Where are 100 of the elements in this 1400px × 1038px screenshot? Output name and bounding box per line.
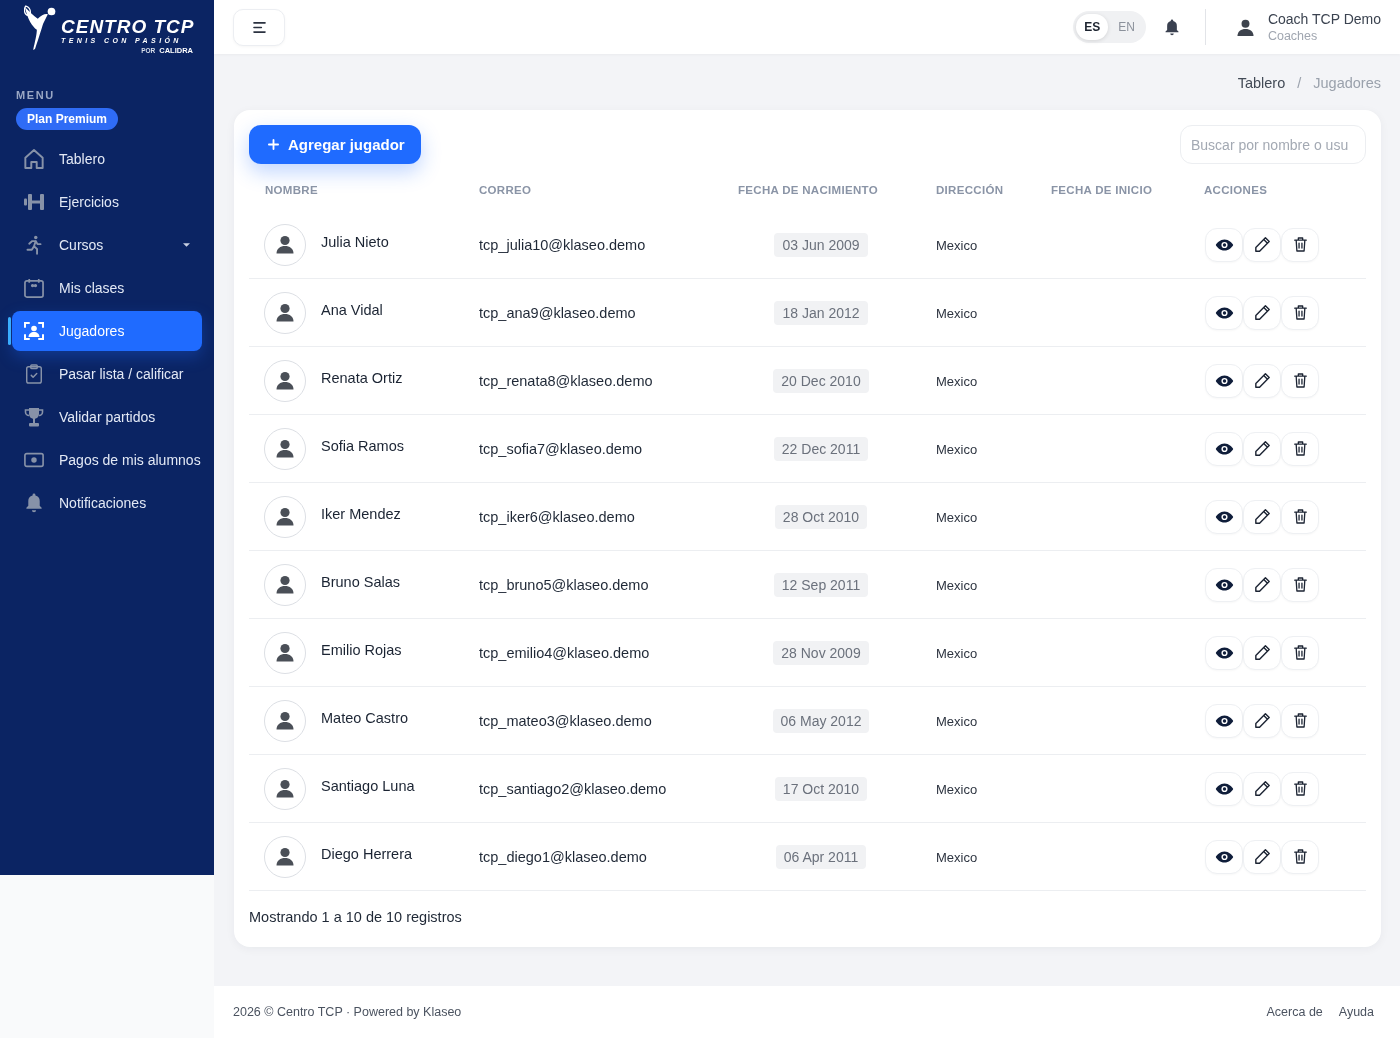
eye-icon [1214, 306, 1234, 319]
sidebar-item[interactable]: Pagos de mis alumnos [12, 440, 202, 480]
eye-icon [1214, 578, 1234, 591]
eye-icon [1214, 374, 1234, 387]
player-name: Mateo Castro [321, 709, 409, 726]
sidebar-item[interactable]: Tablero [12, 139, 202, 179]
column-header: NOMBRE [264, 184, 318, 196]
column-header: FECHA DE INICIO [1050, 184, 1153, 196]
player-name: Iker Mendez [321, 505, 401, 522]
sidebar-item[interactable]: Jugadores [12, 311, 202, 351]
player-name: Julia Nieto [321, 233, 389, 250]
eye-icon [1214, 646, 1234, 659]
edit-button[interactable] [1243, 431, 1281, 466]
eye-icon [1214, 238, 1234, 251]
pencil-icon [1254, 849, 1270, 864]
sidebar-item[interactable]: Cursos [12, 225, 202, 265]
delete-button[interactable] [1281, 635, 1319, 670]
plus-icon [268, 139, 279, 150]
clipboard-check-icon [24, 364, 44, 384]
view-button[interactable] [1205, 635, 1243, 670]
copyright-text: 2026 © Centro TCP · Powered by Klaseo [233, 1005, 462, 1019]
view-button[interactable] [1205, 295, 1243, 330]
menu-button[interactable] [233, 8, 285, 46]
add-player-button[interactable]: Agregar jugador [249, 125, 421, 164]
view-button[interactable] [1205, 363, 1243, 398]
player-address: Mexico [936, 645, 978, 661]
eye-icon [1214, 782, 1234, 795]
delete-button[interactable] [1281, 295, 1319, 330]
view-button[interactable] [1205, 499, 1243, 534]
trophy-icon [24, 407, 44, 427]
player-name: Renata Ortiz [321, 369, 403, 386]
delete-button[interactable] [1281, 431, 1319, 466]
birth-date-badge: 06 May 2012 [772, 708, 870, 733]
player-name: Diego Herrera [321, 845, 413, 862]
delete-button[interactable] [1281, 839, 1319, 874]
delete-button[interactable] [1281, 567, 1319, 602]
edit-button[interactable] [1243, 295, 1281, 330]
sidebar-item[interactable]: Pasar lista / calificar [12, 354, 202, 394]
player-email: tcp_iker6@klaseo.demo [479, 508, 635, 525]
player-email: tcp_ana9@klaseo.demo [479, 304, 636, 321]
view-button[interactable] [1205, 431, 1243, 466]
user-avatar-icon [264, 223, 306, 266]
player-address: Mexico [936, 373, 978, 389]
birth-date-badge: 20 Dec 2010 [773, 368, 869, 393]
sidebar-item[interactable]: Validar partidos [12, 397, 202, 437]
sidebar-item[interactable]: Notificaciones [12, 483, 202, 523]
delete-button[interactable] [1281, 703, 1319, 738]
view-button[interactable] [1205, 567, 1243, 602]
edit-button[interactable] [1243, 771, 1281, 806]
menu-icon [252, 21, 266, 33]
footer-link[interactable]: Ayuda [1338, 1005, 1374, 1019]
player-name: Emilio Rojas [321, 641, 402, 658]
footer-link[interactable]: Acerca de [1266, 1005, 1323, 1019]
column-header: ACCIONES [1203, 184, 1268, 196]
player-address: Mexico [936, 713, 978, 729]
user-avatar-icon [264, 631, 306, 674]
trash-icon [1293, 305, 1307, 320]
edit-button[interactable] [1243, 227, 1281, 262]
language-option[interactable]: ES [1076, 14, 1109, 40]
birth-date-badge: 17 Oct 2010 [774, 776, 868, 801]
delete-button[interactable] [1281, 227, 1319, 262]
delete-button[interactable] [1281, 499, 1319, 534]
birth-date-badge: 12 Sep 2011 [773, 572, 869, 597]
user-avatar-icon [264, 359, 306, 402]
delete-button[interactable] [1281, 771, 1319, 806]
dumbbell-icon [24, 192, 44, 212]
sidebar-item[interactable]: Ejercicios [12, 182, 202, 222]
view-button[interactable] [1205, 227, 1243, 262]
view-button[interactable] [1205, 771, 1243, 806]
trash-icon [1293, 441, 1307, 456]
view-button[interactable] [1205, 703, 1243, 738]
user-name: Coach TCP Demo [1267, 10, 1381, 28]
eye-icon [1214, 442, 1234, 455]
edit-button[interactable] [1243, 499, 1281, 534]
running-person-icon [24, 235, 44, 255]
player-name: Bruno Salas [321, 573, 400, 590]
player-email: tcp_julia10@klaseo.demo [479, 236, 646, 253]
birth-date-badge: 22 Dec 2011 [773, 436, 869, 461]
user-avatar-icon [264, 767, 306, 810]
delete-button[interactable] [1281, 363, 1319, 398]
edit-button[interactable] [1243, 363, 1281, 398]
breadcrumb-item[interactable]: Tablero [1237, 75, 1286, 91]
edit-button[interactable] [1243, 839, 1281, 874]
user-icon[interactable] [1236, 18, 1254, 36]
sidebar-item[interactable]: Mis clases [12, 268, 202, 308]
pencil-icon [1254, 713, 1270, 728]
bell-icon[interactable] [1164, 18, 1179, 36]
calendar-icon [24, 278, 44, 298]
edit-button[interactable] [1243, 703, 1281, 738]
player-email: tcp_renata8@klaseo.demo [479, 372, 653, 389]
view-button[interactable] [1205, 839, 1243, 874]
menu-section-label: MENU [16, 89, 55, 101]
trash-icon [1293, 577, 1307, 592]
user-avatar-icon [264, 427, 306, 470]
player-address: Mexico [936, 509, 978, 525]
birth-date-badge: 28 Oct 2010 [774, 504, 868, 529]
player-address: Mexico [936, 237, 978, 253]
search-field[interactable]: Buscar por nombre o usu [1180, 125, 1366, 164]
edit-button[interactable] [1243, 635, 1281, 670]
edit-button[interactable] [1243, 567, 1281, 602]
